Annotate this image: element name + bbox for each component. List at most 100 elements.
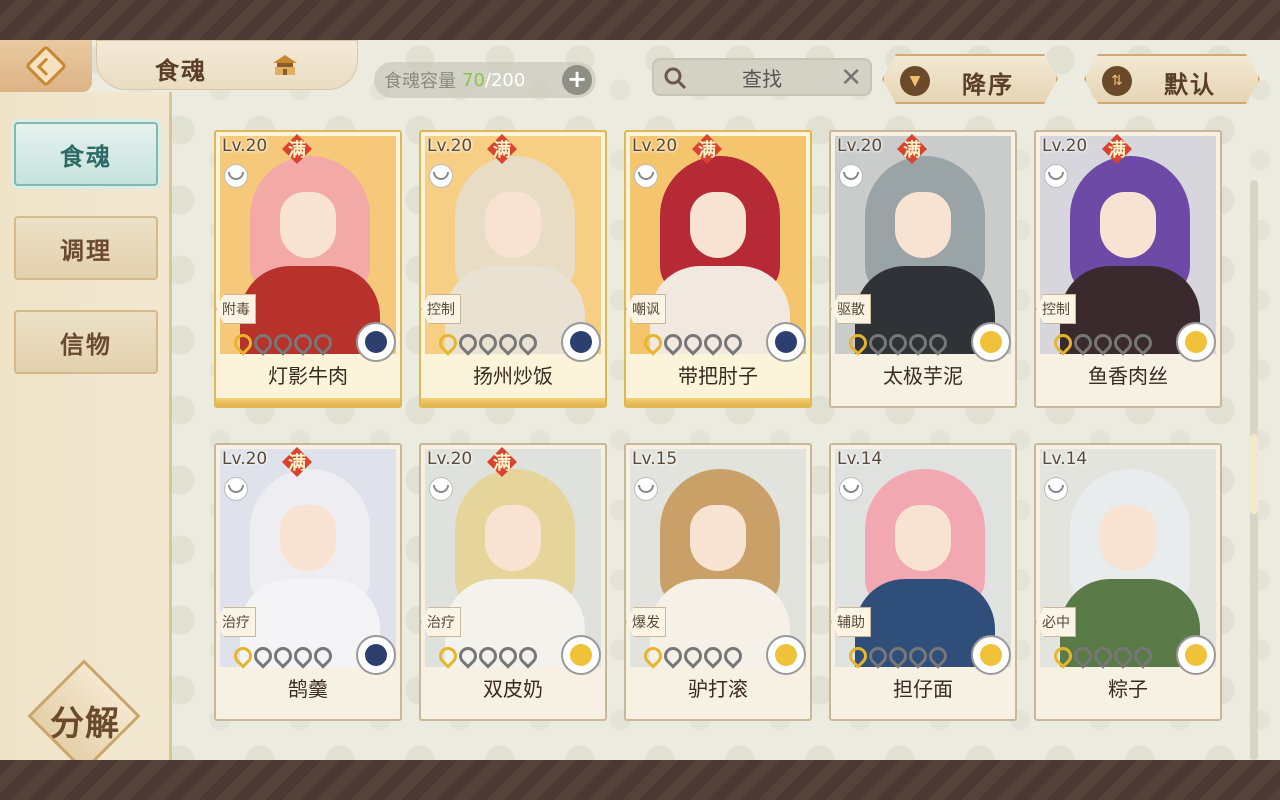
- star-icon: [1090, 330, 1116, 356]
- star-icon: [495, 330, 521, 356]
- level-label: Lv.20: [837, 136, 883, 156]
- star-icon: [1070, 643, 1096, 669]
- card-name: 带把肘子: [678, 364, 758, 388]
- sort-order-button[interactable]: ▼ 降序: [882, 54, 1058, 104]
- food-soul-card[interactable]: Lv.20 满 治疗 双皮奶: [419, 443, 607, 721]
- star-icon: [700, 330, 726, 356]
- decompose-label: 分解: [50, 704, 120, 744]
- star-icon: [475, 643, 501, 669]
- level-label: Lv.20: [222, 449, 268, 469]
- flower-icon: [561, 635, 601, 675]
- sidebar-item-food-souls[interactable]: 食魂: [14, 122, 158, 186]
- star-icon: [660, 330, 686, 356]
- food-soul-card[interactable]: Lv.20 满 控制 鱼香肉丝: [1034, 130, 1222, 408]
- decompose-button[interactable]: 分解: [27, 659, 141, 773]
- portrait-face: [485, 505, 541, 571]
- role-tag: 驱散: [831, 294, 871, 324]
- pavilion-icon[interactable]: [271, 53, 299, 79]
- portrait-face: [895, 505, 951, 571]
- star-icon: [1110, 330, 1136, 356]
- star-icon: [1130, 330, 1156, 356]
- back-button[interactable]: [0, 40, 92, 92]
- search-icon: [664, 67, 687, 90]
- star-icon: [640, 643, 666, 669]
- level-label: Lv.14: [837, 449, 883, 469]
- bottom-border: [0, 760, 1280, 800]
- level-label: Lv.20: [427, 136, 473, 156]
- search-input[interactable]: 查找 ✕: [652, 58, 872, 96]
- star-icon: [660, 643, 686, 669]
- bowl-icon: [1044, 477, 1068, 501]
- food-soul-card[interactable]: Lv.20 满 附毒 灯影牛肉: [214, 130, 402, 408]
- role-tag: 爆发: [626, 607, 666, 637]
- portrait-face: [280, 505, 336, 571]
- back-arrow-icon: [24, 44, 68, 88]
- bowl-icon: [429, 164, 453, 188]
- flower-icon: [766, 322, 806, 362]
- add-capacity-button[interactable]: +: [562, 65, 592, 95]
- star-rating: [435, 643, 541, 669]
- star-icon: [845, 643, 871, 669]
- portrait-face: [1100, 505, 1156, 571]
- sidebar-item-conditioning[interactable]: 调理: [14, 216, 158, 280]
- food-soul-card[interactable]: Lv.20 满 驱散 太极芋泥: [829, 130, 1017, 408]
- star-icon: [720, 643, 746, 669]
- star-icon: [290, 330, 316, 356]
- star-icon: [495, 643, 521, 669]
- bowl-icon: [1044, 164, 1068, 188]
- bowl-icon: [224, 477, 248, 501]
- bowl-icon: [224, 164, 248, 188]
- star-rating: [640, 643, 746, 669]
- scrollbar[interactable]: [1250, 180, 1258, 760]
- level-label: Lv.20: [427, 449, 473, 469]
- star-rating: [230, 330, 336, 356]
- food-soul-card[interactable]: Lv.20 满 控制 扬州炒饭: [419, 130, 607, 408]
- bowl-icon: [839, 164, 863, 188]
- star-icon: [515, 643, 541, 669]
- portrait-face: [1100, 192, 1156, 258]
- star-rating: [640, 330, 746, 356]
- top-border: [0, 0, 1280, 40]
- star-icon: [845, 330, 871, 356]
- card-name: 太极芋泥: [883, 364, 963, 388]
- star-icon: [310, 643, 336, 669]
- level-label: Lv.20: [1042, 136, 1088, 156]
- star-icon: [290, 643, 316, 669]
- star-icon: [905, 330, 931, 356]
- food-soul-card[interactable]: Lv.20 满 嘲讽 带把肘子: [624, 130, 812, 408]
- bowl-icon: [634, 477, 658, 501]
- star-icon: [1130, 643, 1156, 669]
- page-title: 食魂: [155, 57, 207, 85]
- star-icon: [700, 643, 726, 669]
- sidebar-item-tokens[interactable]: 信物: [14, 310, 158, 374]
- flower-icon: [356, 322, 396, 362]
- star-icon: [250, 643, 276, 669]
- level-label: Lv.14: [1042, 449, 1088, 469]
- star-rating: [230, 643, 336, 669]
- star-icon: [455, 643, 481, 669]
- gold-strip: [216, 398, 400, 406]
- star-icon: [865, 643, 891, 669]
- card-name: 驴打滚: [688, 677, 748, 701]
- food-soul-card[interactable]: Lv.14 必中 粽子: [1034, 443, 1222, 721]
- role-tag: 治疗: [421, 607, 461, 637]
- food-soul-card[interactable]: Lv.15 爆发 驴打滚: [624, 443, 812, 721]
- flower-icon: [561, 322, 601, 362]
- food-soul-card[interactable]: Lv.14 辅助 担仔面: [829, 443, 1017, 721]
- star-rating: [1050, 330, 1156, 356]
- default-filter-button[interactable]: ⇅ 默认: [1084, 54, 1260, 104]
- default-label: 默认: [1164, 71, 1216, 99]
- star-rating: [845, 643, 951, 669]
- role-tag: 控制: [1036, 294, 1076, 324]
- card-name: 鹄羹: [288, 677, 328, 701]
- sidebar: 食魂 调理 信物 分解: [0, 92, 172, 773]
- food-soul-card[interactable]: Lv.20 满 治疗 鹄羹: [214, 443, 402, 721]
- capacity-max: 200: [490, 69, 526, 91]
- title-tab: 食魂: [96, 40, 358, 90]
- clear-icon[interactable]: ✕: [840, 63, 862, 93]
- card-name: 双皮奶: [483, 677, 543, 701]
- star-icon: [1050, 330, 1076, 356]
- star-icon: [270, 330, 296, 356]
- card-name: 扬州炒饭: [473, 364, 553, 388]
- scroll-thumb[interactable]: [1250, 434, 1258, 514]
